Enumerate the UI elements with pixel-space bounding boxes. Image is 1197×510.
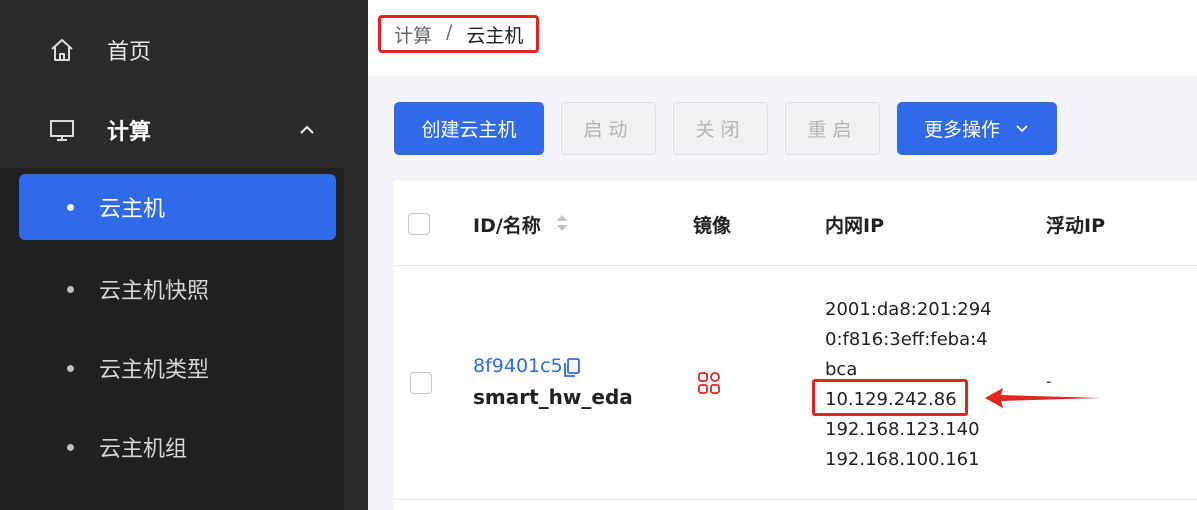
column-floating-ip: 浮动IP	[1046, 215, 1105, 237]
chevron-down-icon	[1016, 124, 1028, 132]
sidebar-item-vm-group[interactable]: 云主机组	[19, 414, 336, 480]
more-actions-label: 更多操作	[923, 119, 1000, 141]
ip-highlight-box	[812, 379, 968, 416]
sidebar-item-vm-flavor[interactable]: 云主机类型	[19, 335, 336, 401]
sidebar: 首页 计算 云主机 云主机快照 云主机类型 云主机组	[0, 0, 368, 510]
create-vm-button[interactable]: 创建云主机	[394, 102, 544, 155]
row-checkbox[interactable]	[410, 372, 432, 394]
column-image: 镜像	[693, 215, 732, 237]
breadcrumb: 计算 / 云主机	[394, 21, 523, 48]
ip-line: 0:f816:3eff:feba:4	[825, 329, 988, 350]
copy-icon[interactable]	[564, 358, 580, 378]
ip-line: 2001:da8:201:294	[825, 299, 992, 320]
bullet-dot	[67, 443, 74, 451]
sort-icon[interactable]	[556, 212, 568, 234]
monitor-icon	[50, 120, 74, 141]
sidebar-item-label: 计算	[107, 120, 152, 145]
vm-name: smart_hw_eda	[473, 385, 633, 409]
sidebar-item-label: 首页	[107, 40, 152, 65]
chevron-up-icon[interactable]	[298, 121, 316, 139]
ip-line: 192.168.123.140	[825, 419, 980, 440]
sidebar-item-compute[interactable]: 计算	[0, 90, 344, 170]
home-icon	[51, 39, 73, 61]
arrow-annotation-icon	[985, 388, 1101, 408]
sidebar-item-label: 云主机快照	[99, 279, 210, 304]
column-id-name[interactable]: ID/名称	[473, 211, 541, 238]
stop-button[interactable]: 关闭	[673, 102, 768, 155]
sidebar-item-label: 云主机	[99, 197, 166, 222]
more-actions-button[interactable]: 更多操作	[897, 102, 1057, 155]
column-private-ip: 内网IP	[825, 215, 884, 237]
start-button[interactable]: 启动	[561, 102, 656, 155]
sidebar-item-vm-snapshot[interactable]: 云主机快照	[19, 256, 336, 322]
bullet-dot	[67, 203, 74, 211]
reboot-button[interactable]: 重启	[785, 102, 880, 155]
vm-id-link[interactable]: 8f9401c5	[473, 355, 563, 377]
main-content: 计算 / 云主机 创建云主机 启动 关闭 重启 更多操作 ID/名称 镜像 内网…	[368, 0, 1197, 510]
vm-table: ID/名称 镜像 内网IP 浮动IP 8f9401c5 smart_hw_eda	[394, 181, 1197, 510]
breadcrumb-bar: 计算 / 云主机	[368, 0, 1197, 76]
breadcrumb-separator: /	[446, 21, 453, 43]
select-all-checkbox[interactable]	[408, 213, 430, 235]
table-header: ID/名称 镜像 内网IP 浮动IP	[394, 181, 1197, 266]
table-row[interactable]: 8f9401c5 smart_hw_eda 2001:da8:201:294 0…	[394, 267, 1197, 500]
sidebar-item-label: 云主机组	[99, 437, 188, 462]
sidebar-item-label: 云主机类型	[99, 358, 210, 383]
sidebar-item-vm[interactable]: 云主机	[19, 174, 336, 240]
sidebar-item-home[interactable]: 首页	[0, 10, 344, 90]
breadcrumb-parent[interactable]: 计算	[394, 21, 432, 48]
image-icon	[698, 372, 720, 394]
breadcrumb-current: 云主机	[466, 25, 524, 47]
bullet-dot	[67, 285, 74, 293]
bullet-dot	[67, 364, 74, 372]
ip-line: 192.168.100.161	[825, 449, 980, 470]
